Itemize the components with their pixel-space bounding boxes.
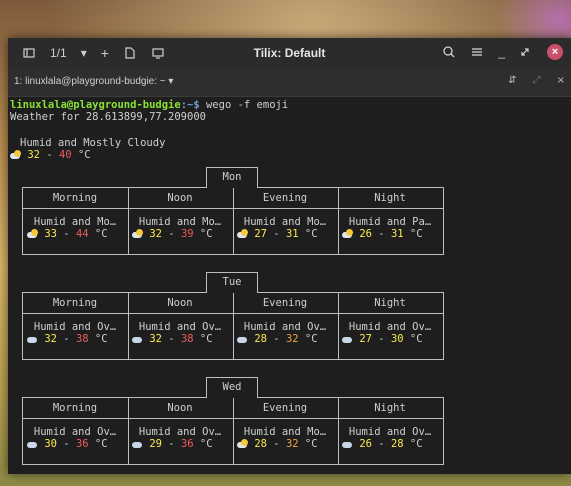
forecast-condition: Humid and Mo… — [243, 426, 327, 438]
weather-location: Weather for 28.613899,77.209000 — [10, 111, 206, 123]
partly-cloudy-icon — [342, 229, 353, 238]
forecast-temperature: 32 - 38 °C — [27, 333, 108, 345]
command-line: linuxlala@playground-budgie:~$ wego -f e… — [10, 99, 289, 111]
close-icon[interactable]: × — [547, 44, 563, 60]
temp-high: 36 — [75, 438, 89, 450]
forecast-column-header: Noon — [167, 402, 193, 414]
forecast-column-header: Morning — [52, 192, 98, 204]
temp-high: 39 — [180, 228, 194, 240]
temp-low: 27 — [353, 333, 372, 345]
forecast-column-header: Evening — [262, 402, 308, 414]
partly-cloudy-icon — [27, 229, 38, 238]
cloud-icon — [132, 439, 143, 448]
close-terminal-icon[interactable]: × — [557, 75, 565, 86]
forecast-condition: Humid and Ov… — [348, 321, 432, 333]
forecast-table-border: Morning Humid and Mo… 33 - 44 °C Noon Humid… — [22, 187, 444, 255]
cloud-icon — [27, 334, 38, 343]
forecast-condition: Humid and Mo… — [138, 216, 222, 228]
partly-cloudy-icon — [237, 439, 248, 448]
temp-low: 28 — [248, 333, 267, 345]
temp-low: 27 — [248, 228, 267, 240]
forecast-temperature: 26 - 28 °C — [342, 438, 423, 450]
temp-high: 36 — [180, 438, 194, 450]
forecast-day-label: Tue — [206, 272, 258, 293]
cloud-icon — [342, 439, 353, 448]
forecast-temperature: 28 - 32 °C — [237, 333, 318, 345]
title-bar: 1/1 ▾ + Tilix: Default _ × — [8, 38, 571, 68]
forecast-temperature: 30 - 36 °C — [27, 438, 108, 450]
temp-low: 33 — [38, 228, 57, 240]
current-condition: Humid and Mostly Cloudy — [20, 137, 166, 149]
menu-icon[interactable] — [470, 45, 484, 59]
temp-high: 32 — [285, 333, 299, 345]
cloud-icon — [27, 439, 38, 448]
temp-high: 38 — [75, 333, 89, 345]
forecast-condition: Humid and Ov… — [138, 426, 222, 438]
forecast-column-header: Evening — [262, 192, 308, 204]
forecast-condition: Humid and Mo… — [33, 216, 117, 228]
forecast-temperature: 27 - 31 °C — [237, 228, 318, 240]
forecast-condition: Humid and Ov… — [348, 426, 432, 438]
cloud-icon — [342, 334, 353, 343]
temp-low: 30 — [38, 438, 57, 450]
forecast-temperature: 32 - 39 °C — [132, 228, 213, 240]
forecast-column-header: Night — [374, 297, 406, 309]
sync-input-icon[interactable]: ⇵ — [508, 75, 516, 86]
forecast-condition: Humid and Pa… — [348, 216, 432, 228]
partly-cloudy-icon — [237, 229, 248, 238]
forecast-temperature: 32 - 38 °C — [132, 333, 213, 345]
forecast-condition: Humid and Ov… — [138, 321, 222, 333]
forecast-day-table: Morning Humid and Mo… 33 - 44 °C Noon Humid… — [22, 167, 444, 255]
forecast-column-header: Morning — [52, 297, 98, 309]
forecast-column-header: Morning — [52, 402, 98, 414]
forecast-day-table: Morning Humid and Ov… 30 - 36 °C Noon Humid… — [22, 377, 444, 465]
forecast-table-border: Morning Humid and Ov… 30 - 36 °C Noon Humid… — [22, 397, 444, 465]
partly-cloudy-icon — [132, 229, 143, 238]
forecast-column-header: Night — [374, 402, 406, 414]
terminal-tab-bar: 1: linuxlala@playground-budgie: ~ ▾ ⇵ ⤢ … — [8, 68, 571, 97]
temp-low: 26 — [353, 438, 372, 450]
maximize-icon[interactable] — [519, 45, 533, 59]
tilix-window: 1/1 ▾ + Tilix: Default _ × 1: linuxlala@… — [8, 38, 571, 474]
temp-low: 32 — [38, 333, 57, 345]
temp-high: 38 — [180, 333, 194, 345]
temp-high: 44 — [75, 228, 89, 240]
forecast-day-table: Morning Humid and Ov… 32 - 38 °C Noon Humid… — [22, 272, 444, 360]
forecast-condition: Humid and Ov… — [33, 426, 117, 438]
forecast-temperature: 26 - 31 °C — [342, 228, 423, 240]
temp-low: 29 — [143, 438, 162, 450]
forecast-day-label: Wed — [206, 377, 258, 398]
temp-high: 31 — [285, 228, 299, 240]
forecast-temperature: 29 - 36 °C — [132, 438, 213, 450]
forecast-temperature: 33 - 44 °C — [27, 228, 108, 240]
cloud-icon — [237, 334, 248, 343]
forecast-day-label: Mon — [206, 167, 258, 188]
current-temperature: 32 - 40 °C — [10, 149, 91, 161]
forecast-table-border: Morning Humid and Ov… 32 - 38 °C Noon Humid… — [22, 292, 444, 360]
cloud-icon — [132, 334, 143, 343]
terminal-tab-title[interactable]: 1: linuxlala@playground-budgie: ~ ▾ — [14, 76, 173, 87]
temp-low: 28 — [248, 438, 267, 450]
maximize-terminal-icon[interactable]: ⤢ — [533, 75, 541, 86]
temp-high: 32 — [285, 438, 299, 450]
temp-low: 32 — [143, 333, 162, 345]
forecast-column-header: Noon — [167, 192, 193, 204]
forecast-temperature: 28 - 32 °C — [237, 438, 318, 450]
temp-high: 28 — [390, 438, 404, 450]
forecast-temperature: 27 - 30 °C — [342, 333, 423, 345]
search-icon[interactable] — [442, 45, 456, 59]
temp-low: 32 — [143, 228, 162, 240]
partly-cloudy-icon — [10, 150, 21, 159]
forecast-column-header: Noon — [167, 297, 193, 309]
forecast-condition: Humid and Mo… — [243, 216, 327, 228]
temp-high: 30 — [390, 333, 404, 345]
forecast-condition: Humid and Ov… — [243, 321, 327, 333]
temp-low: 26 — [353, 228, 372, 240]
forecast-column-header: Evening — [262, 297, 308, 309]
forecast-condition: Humid and Ov… — [33, 321, 117, 333]
terminal-output[interactable]: linuxlala@playground-budgie:~$ wego -f e… — [8, 97, 571, 474]
forecast-column-header: Night — [374, 192, 406, 204]
minimize-icon[interactable]: _ — [498, 45, 505, 59]
temp-high: 31 — [390, 228, 404, 240]
